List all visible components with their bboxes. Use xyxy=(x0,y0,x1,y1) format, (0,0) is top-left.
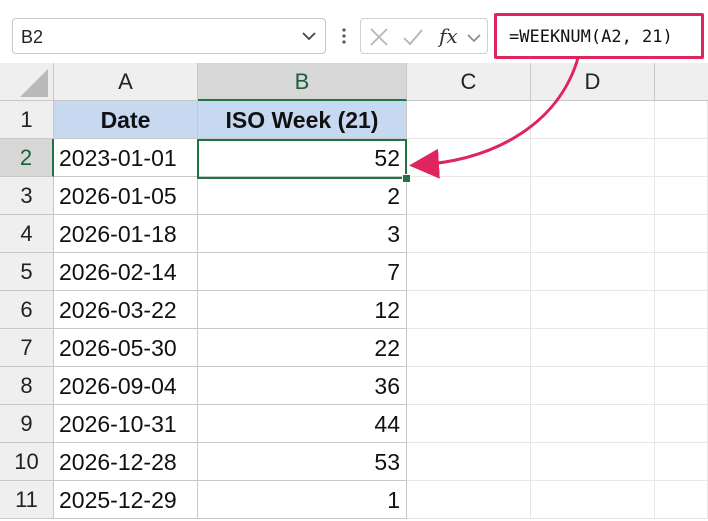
empty-cell[interactable] xyxy=(407,367,531,405)
date-cell[interactable]: 2026-05-30 xyxy=(54,329,198,367)
empty-cell[interactable] xyxy=(407,405,531,443)
empty-cell[interactable] xyxy=(655,329,708,367)
empty-cell[interactable] xyxy=(655,443,708,481)
empty-cell[interactable] xyxy=(655,367,708,405)
select-all-icon xyxy=(20,69,48,97)
date-cell[interactable]: 2026-02-14 xyxy=(54,253,198,291)
row-header-2[interactable]: 2 xyxy=(0,139,54,177)
week-cell[interactable]: 22 xyxy=(198,329,407,367)
row-header-8[interactable]: 8 xyxy=(0,367,54,405)
week-cell[interactable]: 52 xyxy=(198,139,407,177)
empty-cell[interactable] xyxy=(655,481,708,519)
cell-a1[interactable]: Date xyxy=(54,101,198,139)
empty-cell[interactable] xyxy=(407,177,531,215)
chevron-down-icon[interactable] xyxy=(299,25,319,47)
empty-cell[interactable] xyxy=(407,291,531,329)
date-cell[interactable]: 2026-09-04 xyxy=(54,367,198,405)
date-cell[interactable]: 2023-01-01 xyxy=(54,139,198,177)
empty-cell[interactable] xyxy=(531,481,655,519)
empty-cell[interactable] xyxy=(655,253,708,291)
chevron-down-icon[interactable] xyxy=(465,25,483,49)
empty-cell[interactable] xyxy=(407,215,531,253)
empty-cell[interactable] xyxy=(531,215,655,253)
row-header-3[interactable]: 3 xyxy=(0,177,54,215)
week-cell[interactable]: 53 xyxy=(198,443,407,481)
row-header-7[interactable]: 7 xyxy=(0,329,54,367)
enter-icon[interactable] xyxy=(401,25,425,49)
date-cell[interactable]: 2026-03-22 xyxy=(54,291,198,329)
empty-cell[interactable] xyxy=(531,329,655,367)
row-header-1[interactable]: 1 xyxy=(0,101,54,139)
empty-cell[interactable] xyxy=(407,253,531,291)
row-header-9[interactable]: 9 xyxy=(0,405,54,443)
week-cell[interactable]: 36 xyxy=(198,367,407,405)
week-cell[interactable]: 7 xyxy=(198,253,407,291)
empty-cell[interactable] xyxy=(655,177,708,215)
empty-cell[interactable] xyxy=(531,443,655,481)
column-header-a[interactable]: A xyxy=(54,63,198,101)
empty-cell[interactable] xyxy=(655,405,708,443)
ribbon-edge xyxy=(0,0,708,8)
empty-cell[interactable] xyxy=(531,253,655,291)
name-box[interactable]: B2 xyxy=(12,18,326,54)
date-cell[interactable]: 2026-10-31 xyxy=(54,405,198,443)
date-cell[interactable]: 2026-01-05 xyxy=(54,177,198,215)
date-cell[interactable]: 2025-12-29 xyxy=(54,481,198,519)
row-header-11[interactable]: 11 xyxy=(0,481,54,519)
week-cell[interactable]: 44 xyxy=(198,405,407,443)
empty-cell[interactable] xyxy=(655,215,708,253)
empty-cell[interactable] xyxy=(531,405,655,443)
date-cell[interactable]: 2026-12-28 xyxy=(54,443,198,481)
empty-cell[interactable] xyxy=(531,101,655,139)
cell-b1[interactable]: ISO Week (21) xyxy=(198,101,407,139)
week-cell[interactable]: 1 xyxy=(198,481,407,519)
empty-cell[interactable] xyxy=(655,139,708,177)
row-header-6[interactable]: 6 xyxy=(0,291,54,329)
name-box-value: B2 xyxy=(21,27,44,47)
column-header-d[interactable]: D xyxy=(531,63,655,101)
empty-cell[interactable] xyxy=(655,101,708,139)
empty-cell[interactable] xyxy=(407,443,531,481)
formula-input[interactable]: =WEEKNUM(A2, 21) xyxy=(494,13,704,59)
column-header-c[interactable]: C xyxy=(407,63,531,101)
cancel-icon[interactable] xyxy=(367,25,391,49)
empty-cell[interactable] xyxy=(655,291,708,329)
empty-cell[interactable] xyxy=(531,139,655,177)
fill-handle[interactable] xyxy=(402,174,411,183)
formula-tools: fx xyxy=(360,18,488,54)
select-all-corner[interactable] xyxy=(0,63,54,101)
week-cell[interactable]: 3 xyxy=(198,215,407,253)
row-header-5[interactable]: 5 xyxy=(0,253,54,291)
empty-cell[interactable] xyxy=(407,139,531,177)
column-header-e[interactable] xyxy=(655,63,708,101)
week-cell[interactable]: 12 xyxy=(198,291,407,329)
column-header-b[interactable]: B xyxy=(198,63,407,101)
more-icon[interactable] xyxy=(340,24,348,48)
empty-cell[interactable] xyxy=(407,329,531,367)
formula-text: =WEEKNUM(A2, 21) xyxy=(509,27,673,47)
empty-cell[interactable] xyxy=(531,291,655,329)
row-header-10[interactable]: 10 xyxy=(0,443,54,481)
empty-cell[interactable] xyxy=(407,481,531,519)
week-cell[interactable]: 2 xyxy=(198,177,407,215)
row-header-4[interactable]: 4 xyxy=(0,215,54,253)
empty-cell[interactable] xyxy=(407,101,531,139)
empty-cell[interactable] xyxy=(531,367,655,405)
spreadsheet-grid: A B C D 1 2 3 4 5 6 7 8 9 10 11 Date ISO… xyxy=(0,63,708,521)
empty-cell[interactable] xyxy=(531,177,655,215)
date-cell[interactable]: 2026-01-18 xyxy=(54,215,198,253)
